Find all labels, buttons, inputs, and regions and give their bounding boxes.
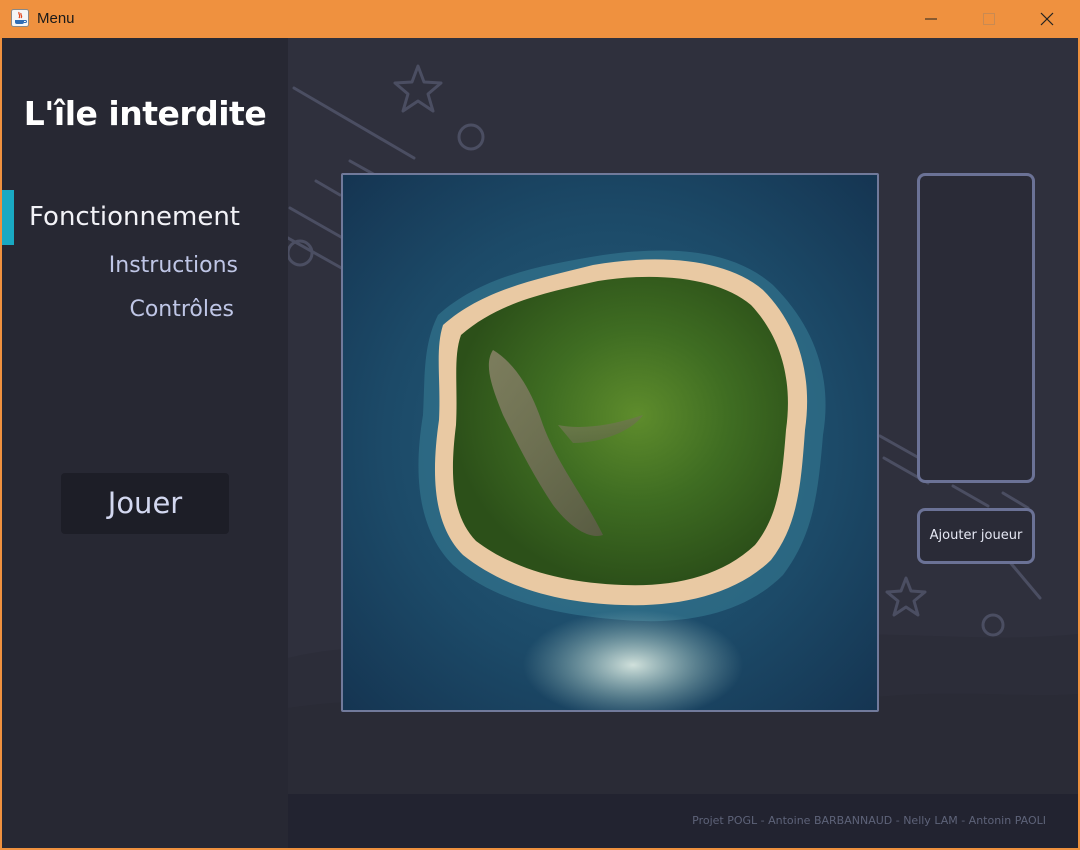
maximize-icon bbox=[983, 13, 995, 25]
nav-item-fonctionnement[interactable]: Fonctionnement bbox=[29, 202, 240, 232]
player-list-panel[interactable] bbox=[917, 173, 1035, 483]
credits-text: Projet POGL - Antoine BARBANNAUD - Nelly… bbox=[692, 814, 1046, 827]
window-titlebar[interactable]: Menu bbox=[0, 0, 1080, 38]
footer: Projet POGL - Antoine BARBANNAUD - Nelly… bbox=[288, 794, 1078, 848]
minimize-icon bbox=[925, 18, 937, 20]
nav-item-controles[interactable]: Contrôles bbox=[129, 297, 234, 322]
island-map bbox=[341, 173, 879, 712]
nav-active-indicator bbox=[2, 190, 14, 245]
play-button[interactable]: Jouer bbox=[61, 473, 229, 534]
main-panel: Ajouter joueur bbox=[288, 38, 1078, 794]
game-title: L'île interdite bbox=[23, 94, 267, 133]
minimize-button[interactable] bbox=[902, 0, 960, 38]
java-app-icon bbox=[11, 9, 29, 27]
island-image bbox=[343, 175, 877, 710]
maximize-button[interactable] bbox=[960, 0, 1018, 38]
window-title: Menu bbox=[37, 10, 75, 27]
close-button[interactable] bbox=[1018, 0, 1076, 38]
sidebar: L'île interdite Fonctionnement Instructi… bbox=[2, 38, 288, 848]
add-player-button[interactable]: Ajouter joueur bbox=[917, 508, 1035, 564]
close-icon bbox=[1040, 12, 1054, 26]
nav-item-instructions[interactable]: Instructions bbox=[109, 253, 238, 278]
